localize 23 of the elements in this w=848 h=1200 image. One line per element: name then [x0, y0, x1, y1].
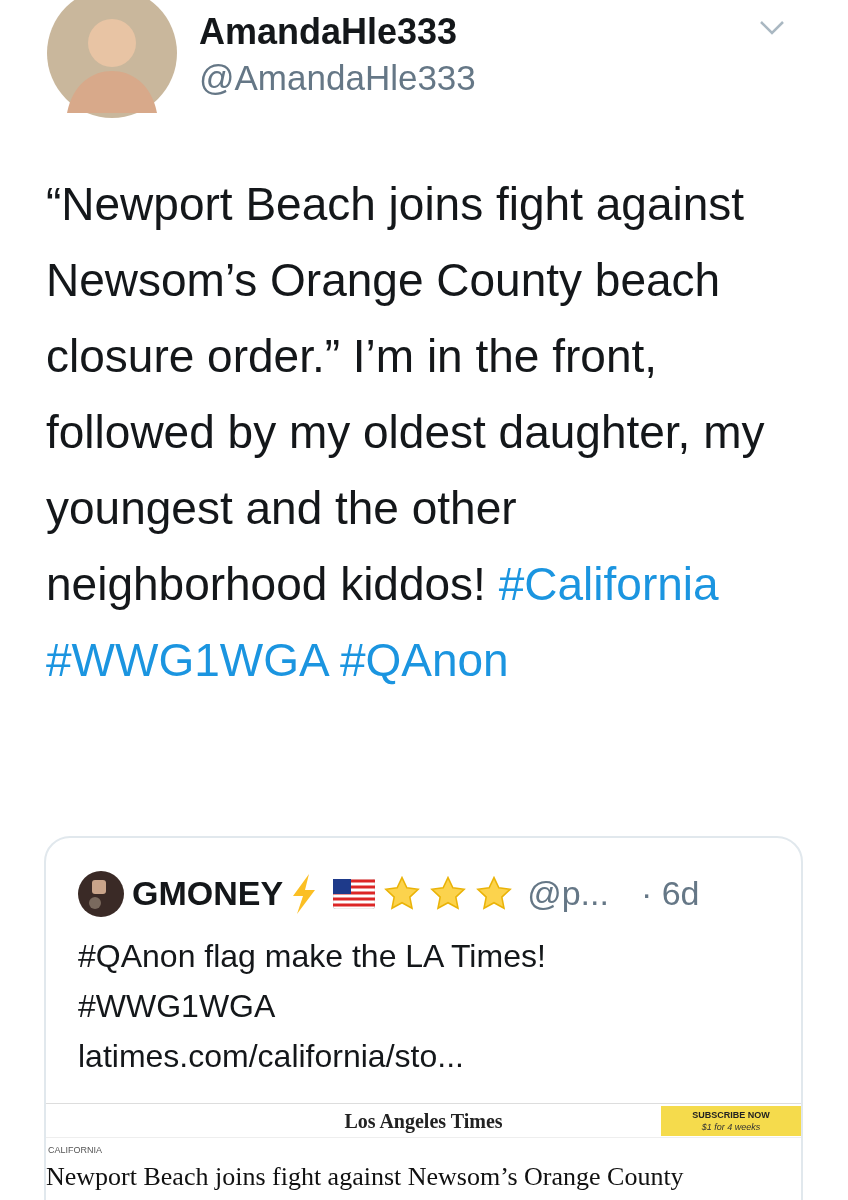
masthead: Los Angeles Times	[344, 1108, 503, 1135]
quoted-tweet-line: latimes.com/california/sto...	[78, 1037, 465, 1076]
lightning-icon	[291, 873, 318, 914]
display-name: GMONEY	[132, 873, 284, 914]
user-handle: @p...	[527, 873, 609, 914]
tweet-text: “Newport Beach joins fight against Newsom’s Orange County beach closure order.” I’m in the front, followed by my oldest daughter, my youngest and the other neighborhood kiddos! #California #WWG1WGA #QAnon	[46, 177, 766, 688]
article-headline: Newport Beach joins fight against Newsom’s Orange County	[46, 1161, 685, 1192]
quoted-tweet-card[interactable]	[44, 836, 803, 1200]
avatar[interactable]	[47, 0, 177, 118]
user-handle: @AmandaHle333	[199, 57, 476, 99]
timestamp: · 6d	[640, 873, 700, 914]
avatar	[78, 870, 124, 917]
flag-icon	[333, 878, 376, 909]
quoted-tweet-line: #WWG1WGA	[78, 987, 277, 1026]
section-label: CALIFORNIA	[48, 1144, 103, 1157]
display-name[interactable]: AmandaHle333	[199, 10, 476, 54]
star-icon	[475, 875, 514, 912]
star-icon	[383, 875, 422, 912]
subscribe-button[interactable]: SUBSCRIBE NOW $1 for 4 weeks	[661, 1106, 801, 1136]
article-screenshot[interactable]: Los Angeles Times SUBSCRIBE NOW $1 for 4 weeks CALIFORNIA Newport Beach joins fight against Newsom’s Orange County	[46, 1103, 801, 1192]
quoted-tweet-line: #QAnon flag make the LA Times!	[78, 937, 547, 976]
chevron-down-icon[interactable]	[759, 20, 785, 36]
star-icon	[429, 875, 468, 912]
